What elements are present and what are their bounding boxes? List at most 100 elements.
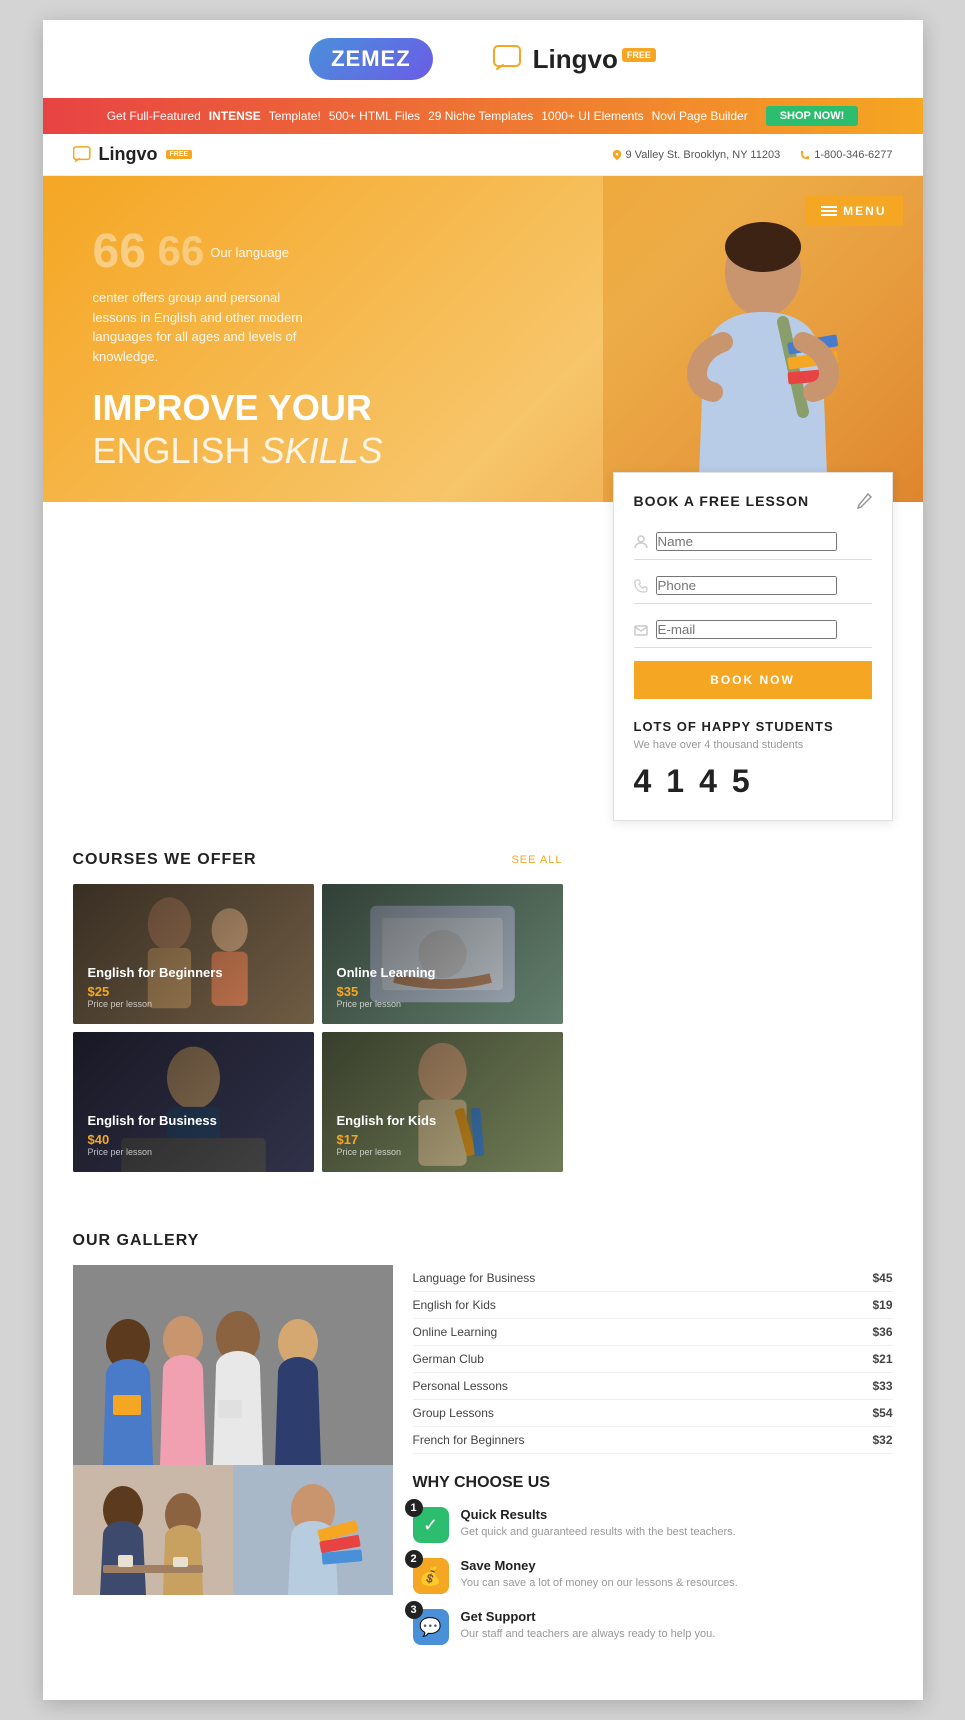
header-info: 9 Valley St. Brooklyn, NY 11203 1-800-34… xyxy=(612,149,893,161)
happy-students-subtitle: We have over 4 thousand students xyxy=(634,739,872,751)
page-wrapper: ZEMEZ LingvoFREE Get Full-Featured INTEN… xyxy=(0,0,965,1720)
gallery-left xyxy=(73,1265,393,1660)
left-column: COURSES WE OFFER SEE ALL xyxy=(73,821,593,1172)
courses-section-header: COURSES WE OFFER SEE ALL xyxy=(73,821,563,884)
see-all-link[interactable]: SEE ALL xyxy=(511,854,562,866)
hero-content: 66Our language center offers group and p… xyxy=(43,176,603,502)
course-card-1[interactable]: English for Beginners $25 Price per less… xyxy=(73,884,314,1024)
book-now-button[interactable]: BOOK NOW xyxy=(634,661,872,699)
course-list-price: $45 xyxy=(872,1271,892,1285)
count-digit-4: 5 xyxy=(732,763,750,800)
page-inner: ZEMEZ LingvoFREE Get Full-Featured INTEN… xyxy=(43,20,923,1700)
course-name-4: English for Kids xyxy=(337,1113,548,1128)
course-price-2: $35 xyxy=(337,984,548,999)
course-list-name: German Club xyxy=(413,1352,484,1366)
course-card-3-overlay: English for Business $40 Price per lesso… xyxy=(73,1032,314,1172)
course-list-price: $33 xyxy=(872,1379,892,1393)
chat-icon xyxy=(493,45,525,73)
email-input[interactable] xyxy=(656,620,837,639)
hero-section: 66Our language center offers group and p… xyxy=(43,176,923,502)
promo-stat2: 29 Niche Templates xyxy=(428,109,533,123)
site-header: Lingvo FREE 9 Valley St. Brooklyn, NY 11… xyxy=(43,134,923,176)
happy-students-title: LOTS OF HAPPY STUDENTS xyxy=(634,719,872,734)
course-list-item: Group Lessons$54 xyxy=(413,1400,893,1427)
phone-icon xyxy=(800,150,810,160)
header-phone: 1-800-346-6277 xyxy=(800,149,892,161)
promo-stat4: Novi Page Builder xyxy=(652,109,748,123)
course-card-3[interactable]: English for Business $40 Price per lesso… xyxy=(73,1032,314,1172)
book-form-header: BOOK A FREE LESSON xyxy=(634,493,872,509)
why-icon-symbol-1: ✓ xyxy=(423,1515,438,1536)
name-input[interactable] xyxy=(656,532,837,551)
happy-students-section: LOTS OF HAPPY STUDENTS We have over 4 th… xyxy=(634,719,872,800)
why-item-content-2: Save Money You can save a lot of money o… xyxy=(461,1558,738,1591)
why-number-1: 1 xyxy=(405,1499,423,1517)
why-number-2: 2 xyxy=(405,1550,423,1568)
course-price-3: $40 xyxy=(88,1132,299,1147)
gallery-sub-2[interactable] xyxy=(233,1465,393,1595)
quote-number: 66 xyxy=(158,227,205,274)
course-list-item: German Club$21 xyxy=(413,1346,893,1373)
free-badge: FREE xyxy=(622,48,656,62)
gallery-right: Language for Business $45 English for Kids… xyxy=(413,1265,893,1660)
why-item-title-2: Save Money xyxy=(461,1558,738,1573)
why-icon-wrapper-3: 💬 3 xyxy=(413,1609,449,1645)
site-header-logo: Lingvo FREE xyxy=(73,144,193,165)
course-card-4[interactable]: English for Kids $17 Price per lesson xyxy=(322,1032,563,1172)
branding-bar: ZEMEZ LingvoFREE xyxy=(43,20,923,98)
course-list-price: $36 xyxy=(872,1325,892,1339)
why-item-title-1: Quick Results xyxy=(461,1507,736,1522)
gallery-sub-grid xyxy=(73,1465,393,1595)
why-item-content-3: Get Support Our staff and teachers are a… xyxy=(461,1609,716,1642)
student-count: 4 1 4 5 xyxy=(634,763,872,800)
course-list-price: $32 xyxy=(872,1433,892,1447)
phone-field xyxy=(634,568,872,604)
header-chat-icon xyxy=(73,146,93,164)
course-price-label-1: Price per lesson xyxy=(88,999,299,1009)
why-choose-section: WHY CHOOSE US ✓ 1 Quick Results Get quic… xyxy=(413,1474,893,1645)
course-list-item: Language for Business $45 xyxy=(413,1265,893,1292)
courses-grid: English for Beginners $25 Price per less… xyxy=(73,884,563,1172)
course-list: Language for Business $45 English for Kids… xyxy=(413,1265,893,1454)
course-name-3: English for Business xyxy=(88,1113,299,1128)
lingvo-logo: LingvoFREE xyxy=(493,44,656,75)
shop-now-button[interactable]: SHOP NOW! xyxy=(766,106,859,126)
course-list-item: English for Kids$19 xyxy=(413,1292,893,1319)
name-field xyxy=(634,524,872,560)
gallery-main-image[interactable] xyxy=(73,1265,393,1465)
hero-title: IMPROVE YOUR ENGLISH SKILLS xyxy=(93,386,573,472)
zemez-logo[interactable]: ZEMEZ xyxy=(309,38,433,80)
why-icon-wrapper-1: ✓ 1 xyxy=(413,1507,449,1543)
gallery-sub-1-svg xyxy=(73,1465,233,1595)
promo-text2: Template! xyxy=(269,109,321,123)
email-icon xyxy=(634,623,648,637)
hero-wrapper: 66Our language center offers group and p… xyxy=(43,176,923,821)
course-list-name: English for Kids xyxy=(413,1298,496,1312)
course-card-2[interactable]: Online Learning $35 Price per lesson xyxy=(322,884,563,1024)
why-item-desc-2: You can save a lot of money on our lesso… xyxy=(461,1576,738,1591)
course-price-label-2: Price per lesson xyxy=(337,999,548,1009)
promo-text: Get Full-Featured xyxy=(107,109,201,123)
promo-banner: Get Full-Featured INTENSE Template! 500+… xyxy=(43,98,923,134)
right-spacer xyxy=(593,821,893,1172)
why-icon-symbol-3: 💬 xyxy=(419,1617,441,1638)
why-item-3: 💬 3 Get Support Our staff and teachers a… xyxy=(413,1609,893,1645)
promo-stat1: 500+ HTML Files xyxy=(329,109,420,123)
menu-icon xyxy=(821,205,837,217)
course-name-2: Online Learning xyxy=(337,965,548,980)
menu-button[interactable]: MENU xyxy=(805,196,902,226)
promo-intense: INTENSE xyxy=(209,109,261,123)
course-price-4: $17 xyxy=(337,1132,548,1147)
course-card-2-overlay: Online Learning $35 Price per lesson xyxy=(322,884,563,1024)
count-digit-3: 4 xyxy=(699,763,717,800)
course-card-1-overlay: English for Beginners $25 Price per less… xyxy=(73,884,314,1024)
why-choose-title: WHY CHOOSE US xyxy=(413,1474,893,1492)
phone-input[interactable] xyxy=(656,576,837,595)
why-item-desc-1: Get quick and guaranteed results with th… xyxy=(461,1525,736,1540)
gallery-sub-2-svg xyxy=(233,1465,393,1595)
location-icon xyxy=(612,149,622,161)
gallery-sub-1[interactable] xyxy=(73,1465,233,1595)
header-free-badge: FREE xyxy=(166,150,193,159)
course-list-name: Language for Business xyxy=(413,1271,536,1285)
course-list-price: $54 xyxy=(872,1406,892,1420)
